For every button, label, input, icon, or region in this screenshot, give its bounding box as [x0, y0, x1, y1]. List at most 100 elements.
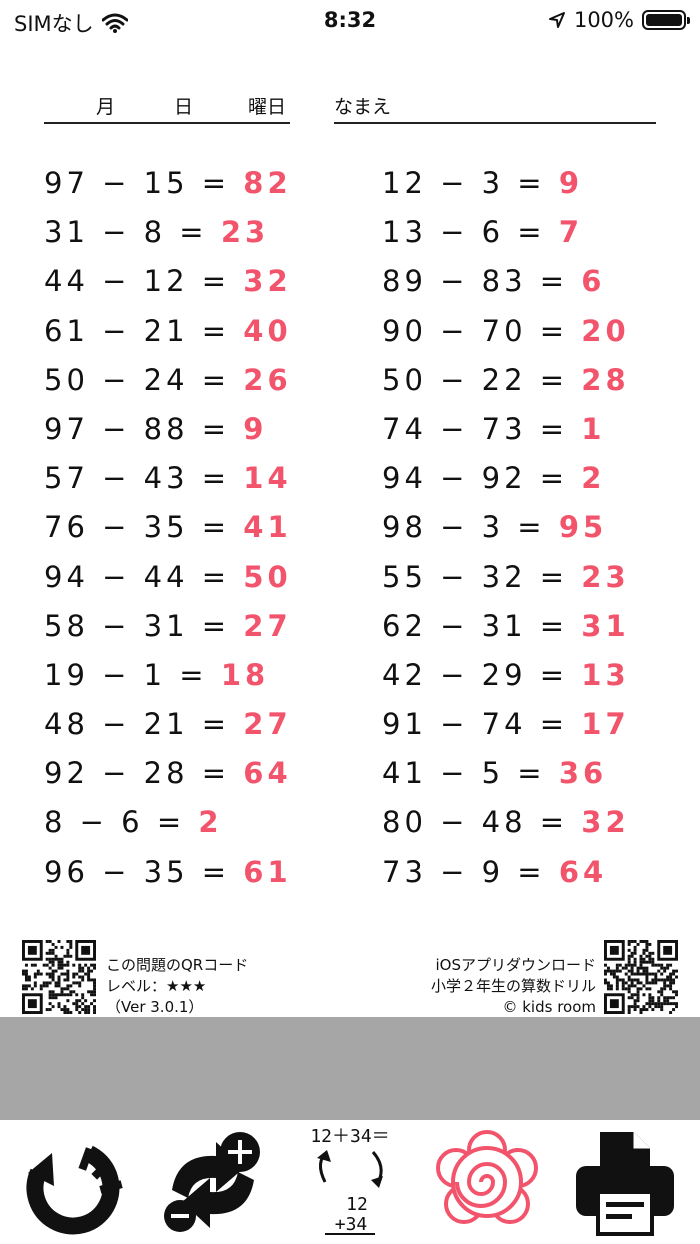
problem-answer: 32	[243, 264, 292, 299]
problem-row: 91 − 74 = 17	[382, 701, 630, 750]
print-icon	[576, 1132, 674, 1236]
problem-answer: 27	[243, 608, 292, 643]
problem-answer: 2	[198, 805, 223, 840]
info-left: この問題のQRコード レベル：★★★ （Ver 3.0.1）	[106, 955, 248, 1018]
problem-answer: 23	[220, 215, 270, 250]
problem-row: 19 − 1 = 18	[44, 652, 292, 701]
problem-answer: 9	[558, 166, 584, 200]
problem-question: 89 − 83 =	[382, 264, 569, 299]
day-label: 日	[174, 96, 194, 118]
problem-answer: 36	[558, 756, 608, 791]
problem-row: 48 − 21 = 27	[44, 701, 292, 750]
problem-row: 74 − 73 = 1	[382, 406, 630, 455]
problem-answer: 82	[243, 166, 292, 200]
problem-answer: 14	[243, 461, 292, 496]
swap-bottom-label-2: +34	[335, 1214, 368, 1235]
month-label: 月	[96, 96, 116, 118]
problem-answer: 20	[581, 313, 630, 348]
copyright-label: © kids room	[502, 998, 596, 1016]
swap-bottom-label-1: 12	[346, 1194, 368, 1215]
swap-top-label: 12＋34＝	[310, 1126, 389, 1147]
name-field: なまえ	[334, 88, 656, 124]
format-swap-icon: 12＋34＝ 12 +34	[310, 1126, 390, 1235]
problem-question: 48 − 21 =	[44, 707, 231, 742]
problem-question: 31 − 8 =	[44, 215, 208, 250]
problem-question: 44 − 12 =	[44, 264, 231, 299]
print-button[interactable]	[570, 1128, 680, 1236]
problem-question: 58 − 31 =	[44, 608, 231, 643]
gray-area	[0, 1017, 700, 1120]
problem-answer: 32	[581, 805, 630, 840]
problem-answer: 6	[581, 264, 606, 299]
battery-icon	[642, 10, 690, 30]
problem-row: 61 − 21 = 40	[44, 308, 292, 357]
problem-question: 94 − 92 =	[382, 461, 569, 496]
info-right: iOSアプリダウンロード 小学２年生の算数ドリル © kids room	[431, 955, 596, 1018]
problem-row: 13 − 6 = 7	[382, 209, 630, 258]
qr-code-app	[604, 940, 678, 1014]
problem-question: 91 − 74 =	[382, 707, 569, 742]
problem-question: 55 − 32 =	[382, 559, 569, 594]
problem-question: 50 − 24 =	[44, 362, 231, 397]
problem-row: 92 − 28 = 64	[44, 750, 292, 799]
version-label: （Ver 3.0.1）	[106, 998, 204, 1016]
problem-question: 50 − 22 =	[382, 362, 569, 397]
problem-column-left: 97 − 15 = 82 31 − 8 = 23 44 − 12 = 32 61 − …	[44, 160, 292, 898]
problem-answer: 41	[243, 510, 292, 545]
problem-question: 97 − 88 =	[44, 411, 231, 446]
problem-row: 50 − 24 = 26	[44, 357, 292, 406]
problem-answer: 26	[243, 362, 292, 397]
new-problems-button[interactable]	[158, 1128, 268, 1236]
problem-question: 97 − 15 =	[44, 166, 231, 200]
status-right: 100%	[548, 8, 690, 32]
problem-row: 58 − 31 = 27	[44, 603, 292, 652]
problem-answer: 64	[558, 854, 608, 889]
new-problems-icon	[164, 1132, 260, 1232]
status-bar: SIMなし 8:32 100%	[0, 0, 700, 40]
qr-code-problem	[22, 940, 96, 1014]
problem-row: 55 − 32 = 23	[382, 554, 630, 603]
problem-question: 96 − 35 =	[44, 854, 231, 889]
problem-row: 31 − 8 = 23	[44, 209, 292, 258]
problem-question: 92 − 28 =	[44, 756, 231, 791]
app-name-label: 小学２年生の算数ドリル	[430, 977, 596, 995]
problem-row: 41 − 5 = 36	[382, 750, 630, 799]
hanamaru-icon	[436, 1130, 538, 1224]
problem-row: 98 − 3 = 95	[382, 504, 630, 553]
problem-question: 12 − 3 =	[382, 166, 546, 200]
reset-button[interactable]	[18, 1128, 128, 1236]
problem-question: 62 − 31 =	[382, 608, 569, 643]
problem-question: 13 − 6 =	[382, 215, 546, 250]
problem-row: 80 − 48 = 32	[382, 799, 630, 848]
problem-question: 90 − 70 =	[382, 313, 569, 348]
problem-row: 94 − 92 = 2	[382, 455, 630, 504]
qr-label: この問題のQRコード	[106, 956, 249, 974]
problem-row: 44 − 12 = 32	[44, 258, 292, 307]
problem-row: 96 − 35 = 61	[44, 849, 292, 898]
problem-row: 97 − 15 = 82	[44, 160, 292, 209]
problem-row: 76 − 35 = 41	[44, 504, 292, 553]
problem-row: 12 − 3 = 9	[382, 160, 630, 209]
problem-question: 76 − 35 =	[44, 510, 231, 545]
problem-answer: 18	[220, 657, 270, 692]
problem-answer: 28	[581, 362, 630, 397]
problem-answer: 1	[581, 411, 606, 446]
problem-row: 90 − 70 = 20	[382, 308, 630, 357]
problem-question: 41 − 5 =	[382, 756, 546, 791]
level-label: レベル：★★★	[106, 977, 207, 995]
name-label: なまえ	[334, 96, 392, 118]
problem-question: 57 − 43 =	[44, 461, 231, 496]
problem-question: 61 − 21 =	[44, 313, 231, 348]
problem-answer: 2	[581, 461, 606, 496]
problem-question: 94 − 44 =	[44, 559, 231, 594]
show-answers-button[interactable]	[432, 1128, 542, 1236]
problem-question: 8 − 6 =	[44, 805, 186, 840]
problem-question: 19 − 1 =	[44, 657, 208, 692]
problem-answer: 50	[243, 559, 292, 594]
problem-answer: 61	[243, 854, 292, 889]
problem-row: 57 − 43 = 14	[44, 455, 292, 504]
problem-row: 62 − 31 = 31	[382, 603, 630, 652]
format-swap-button[interactable]: 12＋34＝ 12 +34	[295, 1122, 405, 1235]
problem-question: 42 − 29 =	[382, 657, 569, 692]
problem-question: 74 − 73 =	[382, 411, 569, 446]
